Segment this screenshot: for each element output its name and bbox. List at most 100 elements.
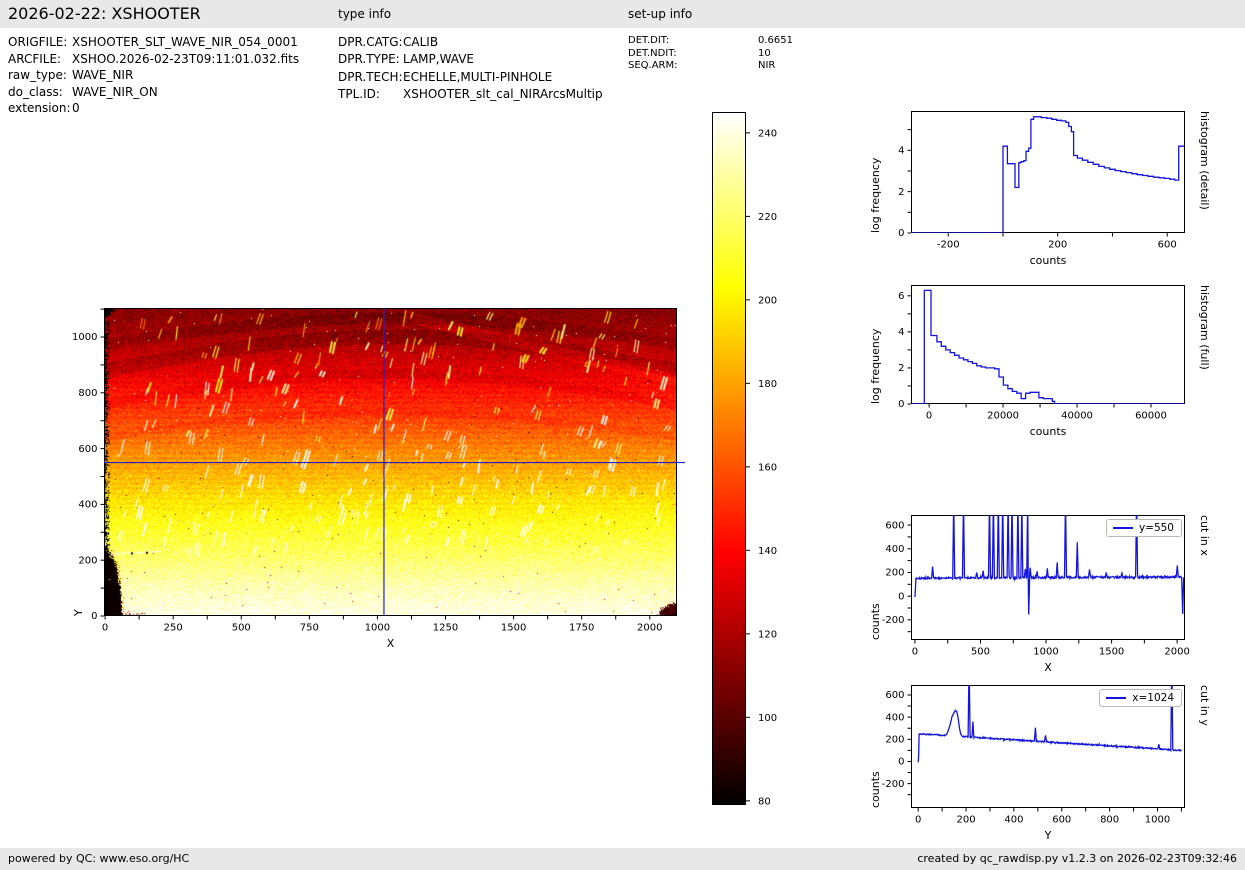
tick-label: 0	[898, 591, 904, 602]
tick-label: 2	[898, 363, 904, 374]
plot-ylabel: log frequency	[869, 157, 882, 233]
legend-label: y=550	[1138, 522, 1174, 534]
plot-xlabel: Y	[1044, 829, 1052, 842]
cut-in-x-plot: 0 500 1000 1500 2000 -200 0 200 400 600 X counts …	[869, 515, 1211, 674]
tick-label: 600	[885, 520, 904, 531]
tick-label: -200	[882, 779, 905, 790]
tick-label: 40000	[1061, 411, 1093, 422]
info-row-arcfile: ARCFILE: XSHOO.2026-02-23T09:11:01.032.fi…	[8, 51, 299, 68]
data-line	[911, 116, 1185, 233]
main-plot-xlabel: X	[386, 637, 395, 650]
legend-line-sample	[1112, 527, 1133, 529]
tick-label: 1750	[569, 623, 594, 634]
plot-axes: -200 200 600 0 2 4	[898, 111, 1185, 251]
field-value: CALIB	[403, 35, 439, 49]
tick-label: 0	[898, 228, 904, 239]
info-row-dprtype: DPR.TYPE: LAMP,WAVE	[338, 51, 603, 68]
footer-left: powered by QC: www.eso.org/HC	[8, 852, 190, 865]
page-title: 2026-02-22: XSHOOTER	[8, 4, 201, 23]
info-row-origfile: ORIGFILE: XSHOOTER_SLT_WAVE_NIR_054_0001	[8, 34, 299, 51]
tick-label: 1000	[1145, 815, 1170, 826]
colorbar-tick-label: 80	[758, 796, 771, 807]
field-label: DPR.TYPE:	[338, 52, 400, 67]
tick-label: 2000	[1164, 647, 1189, 658]
tick-label: 2000	[637, 623, 662, 634]
tick-label: 1000	[1033, 647, 1058, 658]
info-row-doclass: do_class: WAVE_NIR_ON	[8, 84, 299, 101]
tick-label: 500	[971, 647, 990, 658]
axes-group: 0 500 1000 1500 2000 -200 0 200 400 600	[882, 520, 1190, 657]
data-line	[917, 685, 1182, 763]
plot-ylabel: counts	[869, 771, 882, 808]
footer-bar: powered by QC: www.eso.org/HC created by…	[0, 848, 1245, 870]
tick-label: 1500	[1099, 647, 1124, 658]
tick-label: 1500	[501, 623, 526, 634]
colorbar-tick-label: 180	[758, 379, 777, 390]
file-info-list: ORIGFILE: XSHOOTER_SLT_WAVE_NIR_054_0001 …	[8, 34, 299, 117]
colorbar-tick-label: 100	[758, 713, 777, 724]
setup-info-list: DET.DIT: 0.6651 DET.NDIT: 10 SEQ.ARM: NIR	[628, 35, 793, 73]
plot-right-label: histogram (full)	[1198, 285, 1211, 370]
plot-spines	[911, 285, 1185, 404]
header-bar: 2026-02-22: XSHOOTER type info set-up in…	[0, 0, 1245, 28]
plot-axes: 0 20000 40000 60000 0 2 4 6	[898, 285, 1185, 422]
legend-y550: y=550	[1105, 519, 1182, 537]
info-row-rawtype: raw_type: WAVE_NIR	[8, 67, 299, 84]
field-value: 0.6651	[758, 35, 793, 46]
field-value: WAVE_NIR_ON	[72, 84, 158, 99]
plot-xlabel: X	[1044, 661, 1052, 674]
colorbar-tick-label: 140	[758, 546, 777, 557]
field-label: TPL.ID:	[338, 86, 380, 101]
plot-right-label: cut in y	[1198, 685, 1211, 726]
data-line	[911, 289, 1185, 404]
field-label: DET.DIT:	[628, 35, 670, 46]
footer-right: created by qc_rawdisp.py v1.2.3 on 2026-…	[917, 852, 1237, 865]
tick-label: 0	[91, 611, 97, 622]
axes-group: 0 20000 40000 60000 0 2 4 6	[898, 291, 1167, 421]
info-row-extension: extension:0	[8, 100, 299, 117]
tick-label: 4	[898, 145, 904, 156]
colorbar-tick-label: 120	[758, 629, 777, 640]
field-label: DPR.CATG:	[338, 35, 403, 49]
tick-label: 200	[1048, 240, 1067, 251]
data-line	[914, 515, 1185, 615]
tick-label: 200	[885, 734, 904, 745]
tick-label: 200	[885, 568, 904, 579]
main-plot-axes: 0 250 500 750 1000 1250 1500 1750 20000200400600…	[72, 308, 685, 634]
cut-in-y-plot: 0 200 400 600 800 1000 -200 0 200 400 600 Y counts…	[869, 685, 1211, 842]
main-plot-ylabel: Y	[72, 609, 85, 616]
legend-line-sample	[1106, 697, 1127, 699]
field-label: ORIGFILE:	[8, 35, 68, 49]
tick-label: 250	[164, 623, 183, 634]
legend-label: x=1024	[1132, 692, 1174, 704]
histogram-detail-plot: -200 200 600 0 2 4 counts log frequency histo…	[869, 111, 1211, 267]
plot-spines	[911, 111, 1185, 233]
section-title-setup-info: set-up info	[628, 7, 693, 21]
tick-label: 1000	[365, 623, 390, 634]
colorbar-tick-label: 160	[758, 462, 777, 473]
tick-label: 4	[898, 327, 904, 338]
legend-x1024: x=1024	[1099, 689, 1182, 707]
field-label: ARCFILE:	[8, 51, 62, 66]
tick-label: 400	[885, 712, 904, 723]
field-value: XSHOOTER_slt_cal_NIRArcsMultip	[403, 86, 603, 101]
tick-label: 200	[956, 815, 975, 826]
axes-group: 0 250 500 750 1000 1250 1500 1750 20000200400600…	[72, 308, 662, 634]
info-row-detndit: DET.NDIT: 10	[628, 48, 793, 61]
tick-label: 400	[885, 544, 904, 555]
tick-label: 20000	[987, 411, 1019, 422]
field-value: NIR	[758, 60, 776, 72]
info-row-seqarm: SEQ.ARM: NIR	[628, 60, 793, 73]
field-label: extension:	[8, 101, 71, 116]
colorbar-tick-label: 220	[758, 212, 777, 223]
colorbar: 240 220 200 180 160 140 120 100 80	[712, 112, 777, 807]
tick-label: 6	[898, 291, 904, 302]
tick-label: -200	[882, 615, 905, 626]
info-row-dprcatg: DPR.CATG:CALIB	[338, 34, 603, 51]
field-value: 10	[758, 47, 771, 59]
plot-ylabel: log frequency	[869, 328, 882, 404]
colorbar-axes: 240 220 200 180 160 140 120 100 80	[712, 112, 777, 807]
histogram-full-plot: 0 20000 40000 60000 0 2 4 6 counts log frequenc…	[869, 285, 1211, 438]
plot-right-label: cut in x	[1198, 515, 1211, 556]
field-label: do_class:	[8, 84, 63, 99]
